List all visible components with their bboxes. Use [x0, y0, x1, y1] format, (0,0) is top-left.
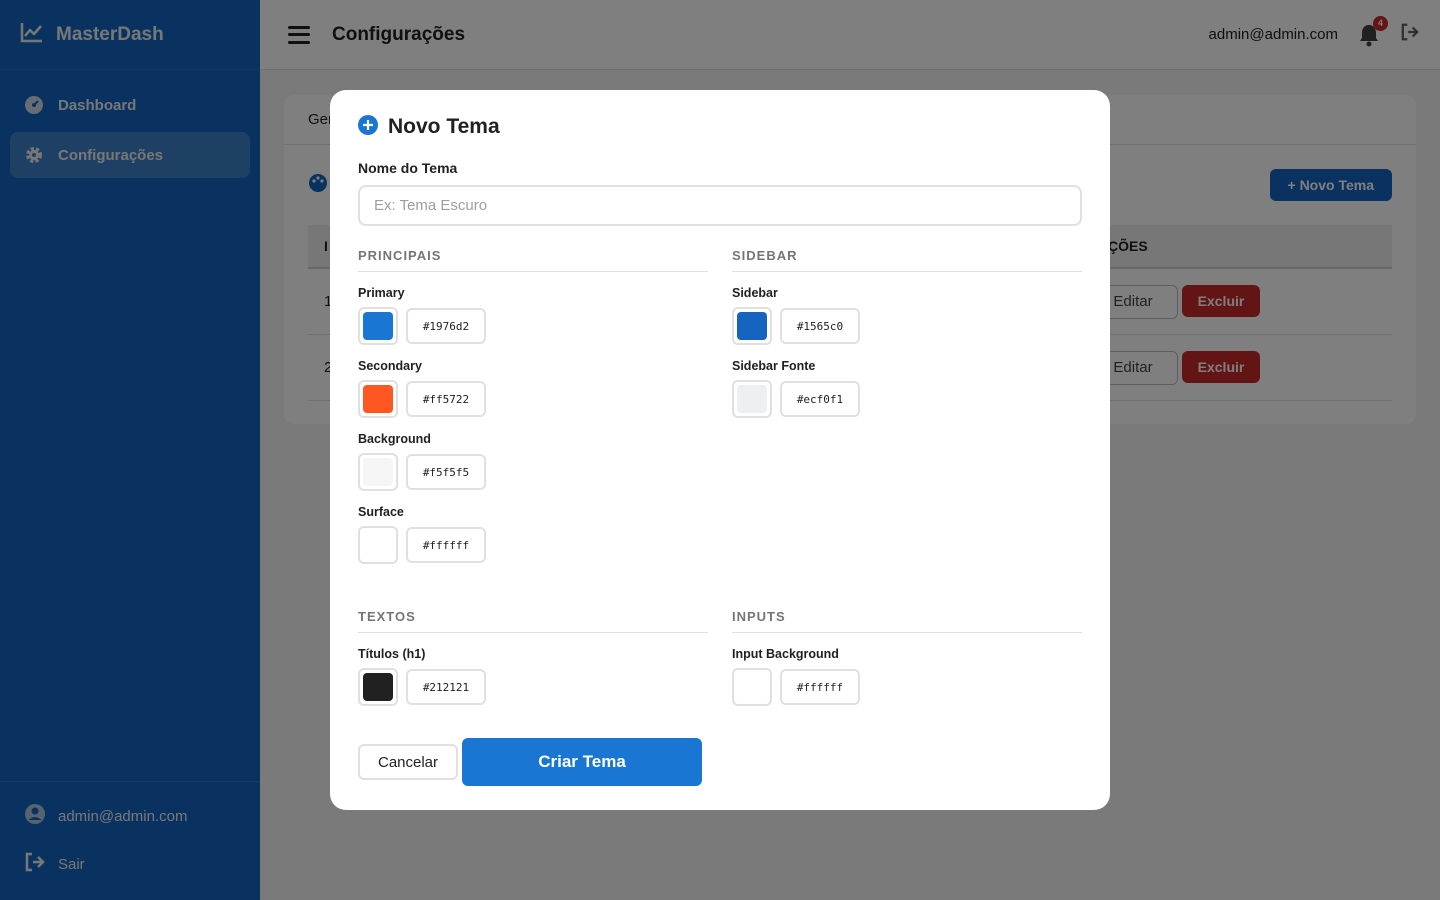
theme-name-input[interactable]: [358, 185, 1082, 226]
hex-input[interactable]: #212121: [406, 669, 486, 705]
color-field-label: Primary: [358, 286, 405, 300]
hex-input[interactable]: #1565c0: [780, 308, 860, 344]
section-principais: PRINCIPAIS Primary #1976d2 Secondary #ff572…: [358, 246, 708, 578]
color-picker[interactable]: [732, 307, 772, 345]
color-picker[interactable]: [358, 307, 398, 345]
color-field: Primary #1976d2: [358, 286, 708, 345]
color-swatch: [363, 531, 393, 559]
hex-input[interactable]: #1976d2: [406, 308, 486, 344]
color-field-label: Secondary: [358, 359, 422, 373]
create-theme-button[interactable]: Criar Tema: [462, 738, 702, 786]
plus-circle-icon: [358, 114, 378, 140]
cancel-button[interactable]: Cancelar: [358, 744, 458, 780]
color-picker[interactable]: [732, 668, 772, 706]
section-title: SIDEBAR: [732, 246, 1082, 272]
color-field-label: Sidebar Fonte: [732, 359, 816, 373]
color-field-label: Input Background: [732, 647, 839, 661]
hex-input[interactable]: #ecf0f1: [780, 381, 860, 417]
color-picker[interactable]: [358, 453, 398, 491]
section-inputs: INPUTS Input Background #ffffff: [732, 607, 1082, 720]
hex-input[interactable]: #ff5722: [406, 381, 486, 417]
color-swatch: [363, 312, 393, 340]
color-picker[interactable]: [358, 526, 398, 564]
theme-name-label: Nome do Tema: [358, 160, 458, 176]
hex-input[interactable]: #ffffff: [406, 527, 486, 563]
color-swatch: [363, 673, 393, 701]
color-swatch: [737, 673, 767, 701]
color-field: Títulos (h1) #212121: [358, 647, 708, 706]
color-swatch: [363, 458, 393, 486]
hex-input[interactable]: #f5f5f5: [406, 454, 486, 490]
color-picker[interactable]: [732, 380, 772, 418]
modal-title: Novo Tema: [388, 115, 500, 138]
color-field: Sidebar #1565c0: [732, 286, 1082, 345]
color-field-label: Sidebar: [732, 286, 778, 300]
color-field-label: Surface: [358, 505, 404, 519]
section-title: TEXTOS: [358, 607, 708, 633]
color-field-label: Background: [358, 432, 431, 446]
color-swatch: [363, 385, 393, 413]
section-title: PRINCIPAIS: [358, 246, 708, 272]
color-swatch: [737, 312, 767, 340]
color-field: Background #f5f5f5: [358, 432, 708, 491]
color-picker[interactable]: [358, 668, 398, 706]
hex-input[interactable]: #ffffff: [780, 669, 860, 705]
new-theme-modal: Novo Tema Nome do Tema PRINCIPAIS Primar…: [330, 90, 1110, 810]
color-field: Surface #ffffff: [358, 505, 708, 564]
section-sidebar: SIDEBAR Sidebar #1565c0 Sidebar Fonte #ecf0…: [732, 246, 1082, 432]
color-field: Input Background #ffffff: [732, 647, 1082, 706]
color-picker[interactable]: [358, 380, 398, 418]
color-field-label: Títulos (h1): [358, 647, 426, 661]
section-textos: TEXTOS Títulos (h1) #212121: [358, 607, 708, 720]
section-title: INPUTS: [732, 607, 1082, 633]
color-field: Sidebar Fonte #ecf0f1: [732, 359, 1082, 418]
color-swatch: [737, 385, 767, 413]
color-field: Secondary #ff5722: [358, 359, 708, 418]
